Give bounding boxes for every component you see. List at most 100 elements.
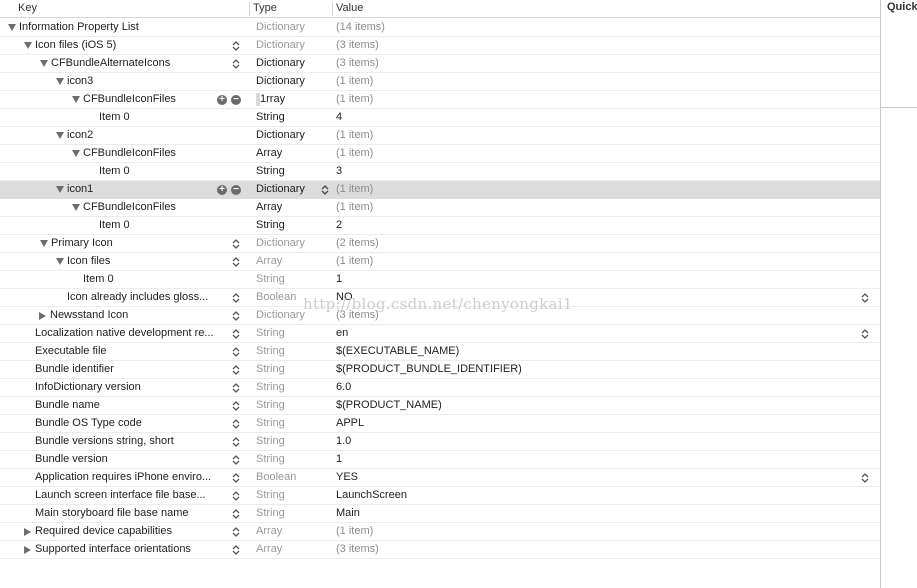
table-row[interactable]: InfoDictionary version String 6.0 (0, 379, 880, 397)
type-popup-icon[interactable] (321, 184, 329, 196)
row-type: Array (256, 255, 283, 267)
key-stepper-icon[interactable] (232, 310, 240, 322)
table-row[interactable]: Executable file String $(EXECUTABLE_NAME… (0, 343, 880, 361)
row-value[interactable]: $(EXECUTABLE_NAME) (336, 343, 856, 360)
table-row[interactable]: CFBundleIconFiles + − 1rray (1 item) (0, 91, 880, 109)
row-value[interactable]: NO (336, 289, 856, 306)
table-row[interactable]: Item 0 String 3 (0, 163, 880, 181)
disclosure-triangle-icon[interactable] (40, 240, 48, 247)
table-row[interactable]: Bundle OS Type code String APPL (0, 415, 880, 433)
table-row-selected[interactable]: icon1 + − Dictionary (1 item) (0, 181, 880, 199)
column-divider[interactable] (332, 2, 333, 16)
value-popup-icon[interactable] (861, 328, 869, 340)
table-row[interactable]: Primary Icon Dictionary (2 items) (0, 235, 880, 253)
table-row[interactable]: Icon files (iOS 5) Dictionary (3 items) (0, 37, 880, 55)
remove-row-icon[interactable]: − (231, 95, 241, 105)
row-value[interactable]: 1 (336, 451, 856, 468)
table-row[interactable]: Localization native development re... St… (0, 325, 880, 343)
disclosure-triangle-icon[interactable] (24, 42, 32, 49)
table-row[interactable]: Main storyboard file base name String Ma… (0, 505, 880, 523)
table-row[interactable]: Item 0 String 1 (0, 271, 880, 289)
table-row[interactable]: CFBundleIconFiles Array (1 item) (0, 199, 880, 217)
key-stepper-icon[interactable] (232, 238, 240, 250)
disclosure-triangle-icon[interactable] (72, 96, 80, 103)
remove-row-icon[interactable]: − (231, 185, 241, 195)
key-stepper-icon[interactable] (232, 418, 240, 430)
table-row[interactable]: Bundle version String 1 (0, 451, 880, 469)
row-actions: + − (217, 185, 243, 195)
table-row[interactable]: Bundle identifier String $(PRODUCT_BUNDL… (0, 361, 880, 379)
disclosure-triangle-icon[interactable] (24, 545, 31, 554)
row-value[interactable]: 6.0 (336, 379, 856, 396)
row-type: Dictionary (256, 309, 305, 321)
row-value[interactable]: Main (336, 505, 856, 522)
disclosure-triangle-icon[interactable] (24, 527, 31, 536)
table-row[interactable]: Launch screen interface file base... Str… (0, 487, 880, 505)
row-value[interactable]: 1.0 (336, 433, 856, 450)
row-value[interactable]: en (336, 325, 856, 342)
key-stepper-icon[interactable] (232, 454, 240, 466)
value-popup-icon[interactable] (861, 292, 869, 304)
table-row[interactable]: Supported interface orientations Array (… (0, 541, 880, 559)
table-row[interactable]: Application requires iPhone enviro... Bo… (0, 469, 880, 487)
key-stepper-icon[interactable] (232, 40, 240, 52)
key-stepper-icon[interactable] (232, 382, 240, 394)
type-column-header[interactable]: Type (253, 0, 277, 18)
key-stepper-icon[interactable] (232, 490, 240, 502)
key-stepper-icon[interactable] (232, 544, 240, 556)
disclosure-triangle-icon[interactable] (56, 78, 64, 85)
row-value[interactable]: APPL (336, 415, 856, 432)
table-row[interactable]: Information Property List Dictionary (14… (0, 19, 880, 37)
key-column-header[interactable]: Key (18, 0, 37, 18)
key-stepper-icon[interactable] (232, 346, 240, 358)
row-type-editor[interactable]: 1rray (256, 91, 332, 108)
disclosure-triangle-icon[interactable] (72, 150, 80, 157)
column-divider[interactable] (249, 2, 250, 16)
disclosure-triangle-icon[interactable] (56, 258, 64, 265)
table-row[interactable]: Bundle name String $(PRODUCT_NAME) (0, 397, 880, 415)
table-row[interactable]: CFBundleAlternateIcons Dictionary (3 ite… (0, 55, 880, 73)
disclosure-triangle-icon[interactable] (40, 60, 48, 67)
key-stepper-icon[interactable] (232, 256, 240, 268)
row-value[interactable]: $(PRODUCT_NAME) (336, 397, 856, 414)
value-popup-icon[interactable] (861, 472, 869, 484)
table-row[interactable]: Icon already includes gloss... Boolean N… (0, 289, 880, 307)
add-row-icon[interactable]: + (217, 95, 227, 105)
key-stepper-icon[interactable] (232, 508, 240, 520)
key-stepper-icon[interactable] (232, 436, 240, 448)
key-stepper-icon[interactable] (232, 58, 240, 70)
row-value: (1 item) (336, 255, 374, 267)
key-stepper-icon[interactable] (232, 400, 240, 412)
disclosure-triangle-icon[interactable] (56, 132, 64, 139)
row-key: Localization native development re... (35, 327, 214, 339)
table-row[interactable]: CFBundleIconFiles Array (1 item) (0, 145, 880, 163)
row-type: String (256, 381, 285, 393)
row-value: (3 items) (336, 39, 379, 51)
table-row[interactable]: Icon files Array (1 item) (0, 253, 880, 271)
table-row[interactable]: icon2 Dictionary (1 item) (0, 127, 880, 145)
key-stepper-icon[interactable] (232, 292, 240, 304)
key-stepper-icon[interactable] (232, 526, 240, 538)
disclosure-triangle-icon[interactable] (56, 186, 64, 193)
disclosure-triangle-icon[interactable] (72, 204, 80, 211)
row-type: String (256, 399, 285, 411)
row-type: Boolean (256, 471, 297, 483)
add-row-icon[interactable]: + (217, 185, 227, 195)
table-row[interactable]: Bundle versions string, short String 1.0 (0, 433, 880, 451)
table-row[interactable]: Item 0 String 4 (0, 109, 880, 127)
row-value[interactable]: LaunchScreen (336, 487, 856, 504)
disclosure-triangle-icon[interactable] (8, 24, 16, 31)
disclosure-triangle-icon[interactable] (39, 311, 46, 320)
row-value[interactable]: YES (336, 469, 856, 486)
value-column-header[interactable]: Value (336, 0, 363, 18)
table-row[interactable]: Item 0 String 2 (0, 217, 880, 235)
row-value[interactable]: $(PRODUCT_BUNDLE_IDENTIFIER) (336, 361, 856, 378)
table-row[interactable]: Required device capabilities Array (1 it… (0, 523, 880, 541)
row-key: Bundle version (35, 453, 108, 465)
key-stepper-icon[interactable] (232, 472, 240, 484)
key-stepper-icon[interactable] (232, 364, 240, 376)
row-key: Launch screen interface file base... (35, 489, 206, 501)
table-row[interactable]: Newsstand Icon Dictionary (3 items) (0, 307, 880, 325)
key-stepper-icon[interactable] (232, 328, 240, 340)
table-row[interactable]: icon3 Dictionary (1 item) (0, 73, 880, 91)
